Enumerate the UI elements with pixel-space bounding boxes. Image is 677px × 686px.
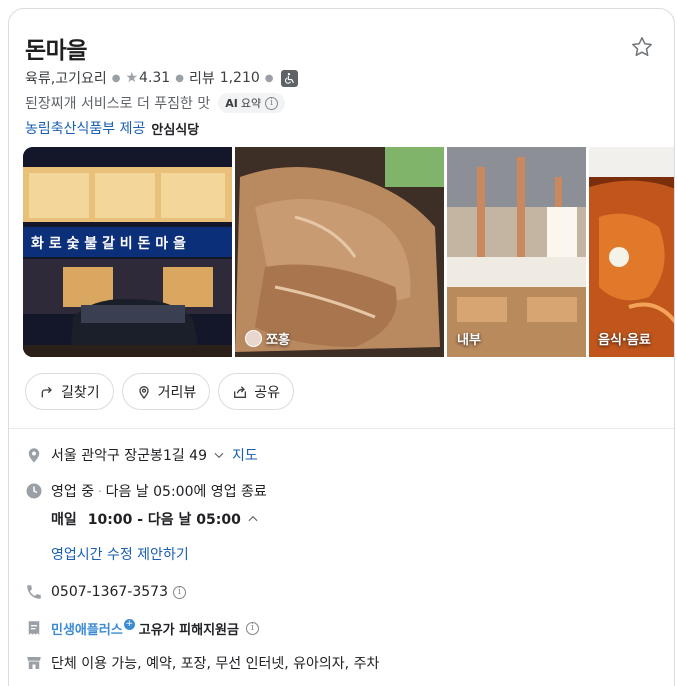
info-icon[interactable]: i [245, 621, 259, 635]
summary-text: 된장찌개 서비스로 더 푸짐한 맛 [25, 96, 211, 112]
photo-category-label: 내부 [457, 333, 481, 348]
ai-summary-badge[interactable]: AI 요약 i [218, 93, 286, 113]
phone-number[interactable]: 0507-1367-3573 [51, 584, 168, 600]
clock-icon [26, 483, 42, 499]
hours-row: 영업 중 · 다음 날 05:00에 영업 종료 [25, 481, 658, 503]
ai-badge-prefix: AI [225, 96, 238, 110]
store-icon [27, 657, 41, 669]
directions-button[interactable]: 길찾기 [25, 373, 114, 410]
chevron-up-icon[interactable] [246, 512, 260, 526]
photo-author-label: 쪼홍 [245, 329, 290, 348]
hours-day: 매일 [51, 512, 77, 528]
title-row: 돈마을 [25, 31, 658, 65]
photo-category-label: 음식·음료 [598, 333, 651, 348]
directions-label: 길찾기 [61, 384, 100, 401]
street-view-button[interactable]: 거리뷰 [121, 373, 211, 410]
rating-value: 4.31 [139, 70, 171, 86]
share-button[interactable]: 공유 [218, 373, 295, 410]
place-title: 돈마을 [25, 38, 87, 64]
suggest-edit-row: 영업시간 수정 제안하기 [25, 544, 658, 566]
separator-dot: ● [175, 72, 184, 84]
open-status: 영업 중 [51, 484, 95, 500]
action-bar: 길찾기 거리뷰 공유 [25, 373, 295, 411]
chevron-down-icon[interactable] [212, 448, 226, 462]
support-brand-name: 민생애플러스 [51, 622, 123, 638]
separator-dot: ● [264, 72, 274, 84]
location-pin-icon [138, 385, 149, 399]
amenities-text: 단체 이용 가능, 예약, 포장, 무선 인터넷, 유아의자, 주차 [51, 656, 380, 672]
storefront-photo[interactable]: 화 로 숯 불 갈 비 돈 마 을 [23, 147, 232, 357]
review-label[interactable]: 리뷰 [189, 68, 215, 88]
suggest-hours-edit-link[interactable]: 영업시간 수정 제안하기 [51, 544, 189, 564]
meta-row: 육류,고기요리 ● ★ 4.31 ● 리뷰 1,210 ● [25, 67, 298, 89]
info-icon[interactable]: i [173, 585, 186, 599]
save-star-icon[interactable] [630, 35, 654, 59]
svg-text:화 로 숯 불 갈 비 돈 마 을: 화 로 숯 불 갈 비 돈 마 을 [31, 236, 186, 252]
photo-strip: 화 로 숯 불 갈 비 돈 마 을 쪼홍 내부 음식·음료 [23, 147, 674, 357]
phone-row: 0507-1367-3573 i [25, 582, 658, 604]
street-view-label: 거리뷰 [157, 384, 197, 401]
address-text: 서울 관악구 장군봉1길 49 [51, 448, 207, 464]
support-program-text: 고유가 피해지원금 [138, 622, 239, 638]
support-program-row: 민생애플러스 + 고유가 피해지원금 i [25, 616, 658, 640]
directions-icon [41, 386, 52, 397]
separator-dot: · [98, 484, 102, 498]
share-label: 공유 [254, 384, 281, 401]
plus-icon: + [123, 618, 135, 630]
address-row: 서울 관악구 장군봉1길 49 지도 [25, 445, 658, 467]
review-count[interactable]: 1,210 [220, 70, 260, 86]
place-card: 돈마을 육류,고기요리 ● ★ 4.31 ● 리뷰 1,210 ● 된장찌개 서… [8, 8, 675, 686]
user-avatar [245, 330, 262, 347]
share-icon [234, 385, 247, 398]
section-divider [9, 428, 674, 429]
amenities-row: 단체 이용 가능, 예약, 포장, 무선 인터넷, 유아의자, 주차 [25, 653, 658, 675]
info-icon: i [265, 96, 279, 110]
wheelchair-icon [280, 69, 298, 87]
closing-time-text: 다음 날 05:00에 영업 종료 [105, 484, 267, 500]
map-link[interactable]: 지도 [232, 445, 258, 465]
separator-dot: ● [111, 72, 121, 84]
phone-icon [27, 585, 41, 599]
interior-photo[interactable]: 내부 [447, 147, 586, 357]
source-row: 농림축산식품부 제공 안심식당 [25, 117, 199, 139]
category-text: 육류,고기요리 [25, 71, 107, 87]
source-link[interactable]: 농림축산식품부 제공 [25, 118, 145, 138]
rating-star-icon: ★ [125, 70, 139, 86]
photo-author-name: 쪼홍 [266, 333, 290, 348]
hours-detail-row: 매일 10:00 - 다음 날 05:00 [25, 509, 658, 531]
summary-row: 된장찌개 서비스로 더 푸짐한 맛 AI 요약 i [25, 92, 286, 114]
safe-restaurant-brand: 안심식당 [151, 122, 200, 138]
hours-range: 10:00 - 다음 날 05:00 [87, 512, 241, 528]
food-photo[interactable]: 음식·음료 [589, 147, 674, 357]
receipt-icon [28, 621, 40, 635]
location-pin-icon [28, 448, 40, 463]
ai-badge-label: 요약 [240, 97, 262, 110]
food-meat-photo[interactable]: 쪼홍 [235, 147, 444, 357]
